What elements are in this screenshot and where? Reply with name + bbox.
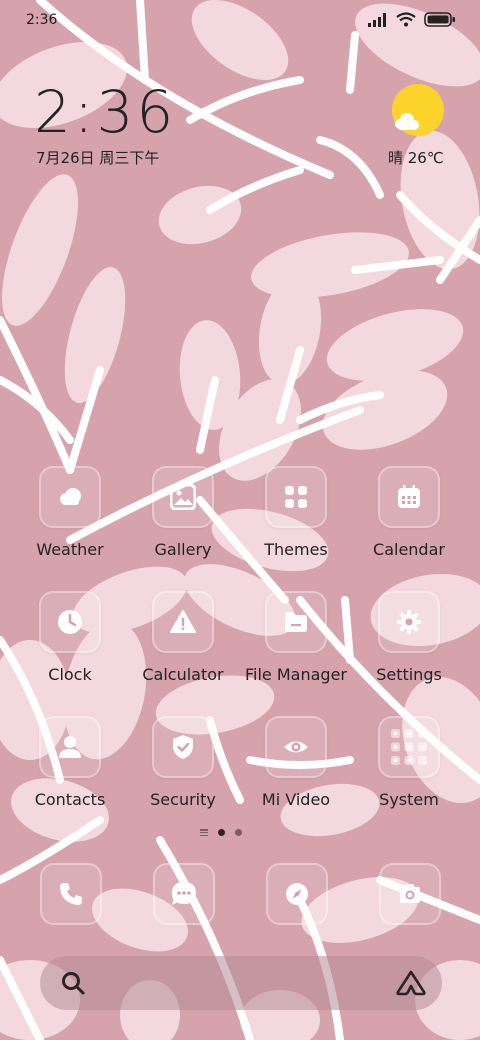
- app-gallery[interactable]: Gallery: [128, 466, 238, 559]
- clock-icon: [39, 591, 101, 653]
- app-label: Calendar: [373, 540, 445, 559]
- app-label: Security: [150, 790, 216, 809]
- mi-video-icon: [265, 716, 327, 778]
- file-manager-icon: [265, 591, 327, 653]
- home-screen: 2:36 2:36 7月26日 周三下午 晴 26℃ Weather Galle…: [0, 0, 480, 1040]
- app-calendar[interactable]: Calendar: [354, 466, 464, 559]
- app-label: Mi Video: [261, 790, 331, 809]
- page-dot-active[interactable]: [218, 829, 225, 836]
- messages-icon: [172, 882, 196, 905]
- contacts-icon: [39, 716, 101, 778]
- calendar-icon: [378, 466, 440, 528]
- page-indicator[interactable]: [200, 829, 242, 836]
- app-label: Weather: [36, 540, 104, 559]
- dock-messages[interactable]: [153, 863, 215, 925]
- security-icon: [152, 716, 214, 778]
- app-label: Themes: [264, 540, 328, 559]
- app-label: System: [379, 790, 439, 809]
- app-label: File Manager: [245, 665, 347, 684]
- weather-widget-text: 晴 26℃: [388, 149, 444, 167]
- wifi-icon: [396, 12, 416, 27]
- partly-sunny-icon[interactable]: [392, 84, 444, 136]
- app-system-folder[interactable]: System: [354, 716, 464, 809]
- clock-widget-date: 7月26日 周三下午: [36, 149, 160, 167]
- status-icons: [368, 12, 456, 27]
- assistant-icon[interactable]: [396, 970, 426, 996]
- app-mi-video[interactable]: Mi Video: [241, 716, 351, 809]
- app-weather[interactable]: Weather: [15, 466, 125, 559]
- app-calculator[interactable]: Calculator: [128, 591, 238, 684]
- gallery-icon: [152, 466, 214, 528]
- dock-browser[interactable]: [266, 863, 328, 925]
- feed-page-icon[interactable]: [200, 829, 208, 836]
- search-bar[interactable]: [40, 956, 442, 1010]
- app-label: Calculator: [142, 665, 224, 684]
- app-security[interactable]: Security: [128, 716, 238, 809]
- calculator-icon: [152, 591, 214, 653]
- app-label: Settings: [376, 665, 442, 684]
- weather-icon: [39, 466, 101, 528]
- app-themes[interactable]: Themes: [241, 466, 351, 559]
- signal-icon: [368, 12, 386, 27]
- status-time: 2:36: [26, 12, 58, 28]
- battery-icon: [424, 12, 455, 27]
- app-label: Gallery: [154, 540, 212, 559]
- app-contacts[interactable]: Contacts: [15, 716, 125, 809]
- system-folder-icon: [378, 716, 440, 778]
- clock-widget-time[interactable]: 2:36: [34, 78, 176, 146]
- app-clock[interactable]: Clock: [15, 591, 125, 684]
- dock-phone[interactable]: [40, 863, 102, 925]
- app-label: Contacts: [34, 790, 106, 809]
- browser-icon: [286, 883, 308, 905]
- settings-icon: [378, 591, 440, 653]
- phone-icon: [60, 883, 82, 905]
- app-label: Clock: [48, 665, 92, 684]
- search-icon[interactable]: [60, 970, 86, 996]
- app-file-manager[interactable]: File Manager: [241, 591, 351, 684]
- app-settings[interactable]: Settings: [354, 591, 464, 684]
- themes-icon: [265, 466, 327, 528]
- dock-camera[interactable]: [379, 863, 441, 925]
- camera-icon: [400, 884, 420, 903]
- page-dot[interactable]: [235, 829, 242, 836]
